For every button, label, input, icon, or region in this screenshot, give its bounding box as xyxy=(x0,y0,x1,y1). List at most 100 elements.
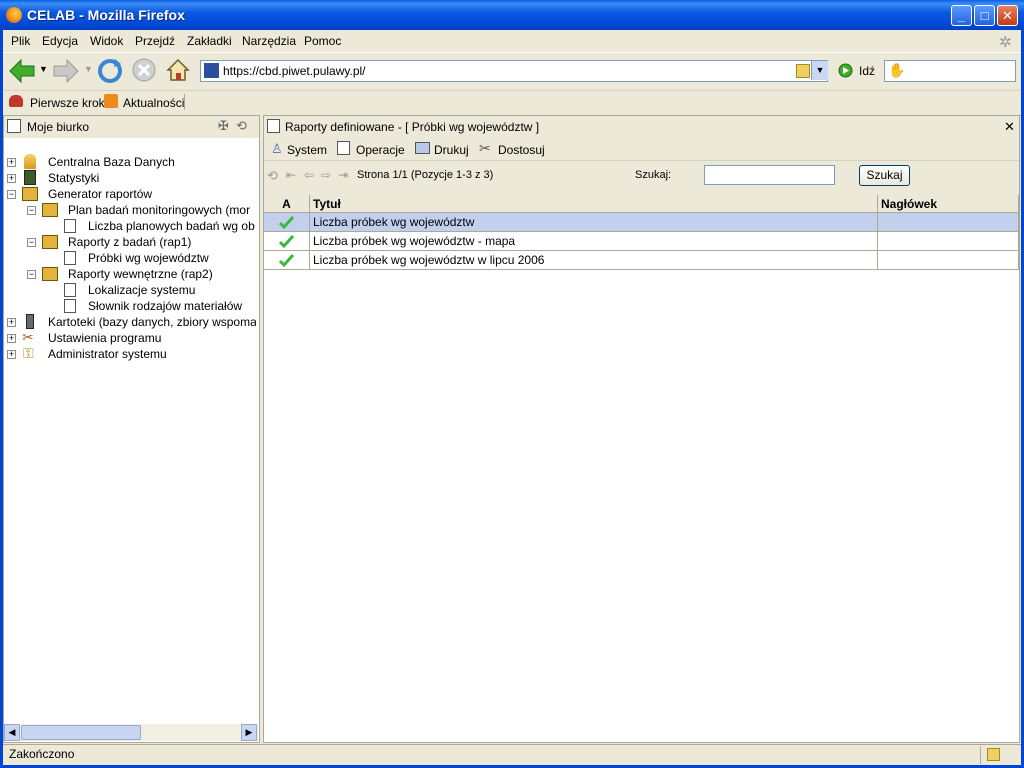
reload-icon[interactable] xyxy=(97,58,123,84)
prev-page-icon[interactable]: ⇦ xyxy=(304,168,314,182)
check-icon xyxy=(279,234,294,248)
printer-icon xyxy=(415,142,430,154)
left-panel-title: Moje biurko xyxy=(27,120,90,134)
stop-icon[interactable] xyxy=(132,58,156,82)
first-page-icon[interactable]: ⇤ xyxy=(286,168,296,182)
report-icon xyxy=(64,219,76,233)
statistics-icon xyxy=(24,170,36,185)
collapse-icon[interactable]: − xyxy=(27,270,36,279)
forward-dropdown-icon[interactable]: ▼ xyxy=(84,64,93,74)
close-panel-icon[interactable]: ✕ xyxy=(1004,119,1015,135)
firefox-icon xyxy=(6,7,22,23)
go-button[interactable]: Idź xyxy=(859,64,875,78)
report-icon xyxy=(267,119,280,133)
scroll-right-icon[interactable]: ▶ xyxy=(241,724,257,741)
table-row[interactable]: Liczba próbek wg województw w lipcu 2006 xyxy=(264,251,1019,270)
customize-icon: ✂ xyxy=(479,140,491,156)
table-row[interactable]: Liczba próbek wg województw - mapa xyxy=(264,232,1019,251)
expand-icon[interactable]: + xyxy=(7,158,16,167)
scroll-left-icon[interactable]: ◀ xyxy=(4,724,20,741)
report-generator-icon xyxy=(22,187,38,201)
menu-edycja[interactable]: Edycja xyxy=(42,34,78,48)
customize-button[interactable]: Dostosuj xyxy=(498,143,545,157)
tree-view: + Centralna Baza Danych + Statystyki − G… xyxy=(7,154,256,361)
operations-icon xyxy=(337,141,350,155)
popup-blocked-icon[interactable] xyxy=(987,748,1000,761)
home-icon[interactable] xyxy=(165,57,191,83)
column-header-title[interactable]: Tytuł xyxy=(310,195,878,213)
menu-pomoc[interactable]: Pomoc xyxy=(304,34,341,48)
report-icon xyxy=(64,283,76,297)
active-cell xyxy=(264,251,310,270)
minimize-button[interactable]: _ xyxy=(951,5,972,26)
refresh-icon[interactable]: ⟲ xyxy=(267,168,278,184)
status-divider xyxy=(980,746,981,764)
search-label: Szukaj: xyxy=(635,169,672,181)
menu-widok[interactable]: Widok xyxy=(90,34,123,48)
expand-icon[interactable]: + xyxy=(7,318,16,327)
menu-narzedzia[interactable]: Narzędzia xyxy=(242,34,296,48)
cabinet-icon xyxy=(26,314,34,329)
operations-button[interactable]: Operacje xyxy=(356,143,405,157)
header-cell xyxy=(878,232,1019,251)
header-cell xyxy=(878,251,1019,270)
report-group-icon xyxy=(42,267,58,281)
bookmark-aktualnosci[interactable]: Aktualności xyxy=(123,96,184,110)
collapse-icon[interactable]: − xyxy=(7,190,16,199)
bookmark-red-icon xyxy=(9,95,23,107)
go-icon[interactable] xyxy=(838,63,853,78)
search-input[interactable] xyxy=(704,165,835,185)
system-button[interactable]: System xyxy=(287,143,327,157)
last-page-icon[interactable]: ⇥ xyxy=(338,168,348,182)
menu-bar: Plik Edycja Widok Przejdź Zakładki Narzę… xyxy=(0,30,1024,52)
tools-icon: ✂ xyxy=(22,329,34,345)
search-engine-icon[interactable]: ✋ xyxy=(888,62,905,79)
bookmark-pierwsze-kroki[interactable]: Pierwsze kroki xyxy=(30,96,107,110)
forward-arrow-icon[interactable] xyxy=(52,58,80,84)
rss-icon xyxy=(104,94,118,108)
back-arrow-icon[interactable] xyxy=(8,58,36,84)
window-title-bar[interactable]: CELAB - Mozilla Firefox _ □ ✕ xyxy=(0,0,1024,30)
right-panel-title: Raporty definiowane - [ Próbki wg wojewó… xyxy=(285,120,540,134)
collapse-all-icon[interactable]: ✠ xyxy=(218,118,229,134)
expand-icon[interactable]: + xyxy=(7,350,16,359)
status-bar xyxy=(0,744,1024,767)
column-header-header[interactable]: Nagłówek xyxy=(878,195,1019,213)
check-icon xyxy=(279,253,294,267)
collapse-icon[interactable]: − xyxy=(27,238,36,247)
header-cell xyxy=(878,213,1019,232)
title-cell: Liczba próbek wg województw xyxy=(310,213,878,232)
refresh-tree-icon[interactable]: ⟲ xyxy=(236,118,247,134)
menu-zakladki[interactable]: Zakładki xyxy=(187,34,232,48)
feed-icon[interactable] xyxy=(796,64,810,78)
maximize-button[interactable]: □ xyxy=(974,5,995,26)
menu-przejdz[interactable]: Przejdź xyxy=(135,34,175,48)
scroll-thumb[interactable] xyxy=(21,725,141,740)
active-cell xyxy=(264,213,310,232)
report-group-icon xyxy=(42,235,58,249)
search-button[interactable]: Szukaj xyxy=(859,165,910,186)
site-icon xyxy=(204,63,219,78)
title-cell: Liczba próbek wg województw w lipcu 2006 xyxy=(310,251,878,270)
toolbar-divider xyxy=(184,94,185,110)
menu-plik[interactable]: Plik xyxy=(11,34,30,48)
column-header-active[interactable]: A xyxy=(264,195,310,213)
next-page-icon[interactable]: ⇨ xyxy=(321,168,331,182)
expand-icon[interactable]: + xyxy=(7,334,16,343)
system-icon: ♙ xyxy=(271,141,283,156)
throbber-icon: ✲ xyxy=(999,34,1012,51)
collapse-icon[interactable]: − xyxy=(27,206,36,215)
database-icon xyxy=(24,154,36,169)
report-icon xyxy=(64,299,76,313)
url-text: https://cbd.piwet.pulawy.pl/ xyxy=(223,64,366,78)
table-row[interactable]: Liczba próbek wg województw xyxy=(264,213,1019,232)
horizontal-scrollbar[interactable]: ◀ ▶ xyxy=(4,724,258,741)
report-group-icon xyxy=(42,203,58,217)
expand-icon[interactable]: + xyxy=(7,174,16,183)
url-dropdown-icon[interactable]: ▼ xyxy=(811,61,828,80)
print-button[interactable]: Drukuj xyxy=(434,143,469,157)
back-dropdown-icon[interactable]: ▼ xyxy=(39,64,48,74)
desk-icon xyxy=(7,119,21,133)
status-text: Zakończono xyxy=(9,747,75,761)
close-window-button[interactable]: ✕ xyxy=(997,5,1018,26)
